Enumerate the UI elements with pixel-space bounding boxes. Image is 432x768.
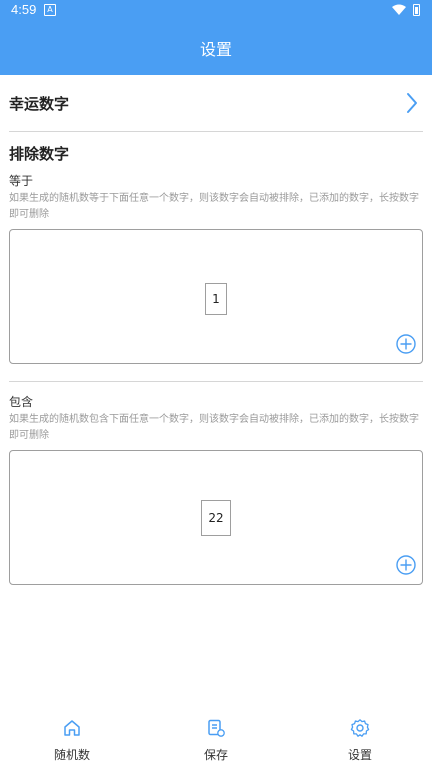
add-contain-number-icon[interactable]	[396, 555, 416, 575]
gear-icon	[350, 719, 370, 737]
contain-description: 如果生成的随机数包含下面任意一个数字，则该数字会自动被排除，已添加的数字，长按数…	[9, 414, 419, 441]
tab-random[interactable]: 随机数	[0, 704, 144, 768]
page-title: 设置	[199, 40, 232, 59]
lucky-number-row[interactable]: 幸运数字	[0, 75, 432, 130]
contain-number-chip[interactable]: 22	[201, 500, 231, 536]
equal-label: 等于	[9, 174, 34, 188]
home-icon	[64, 720, 80, 736]
app-bar: 4:59 A 设置	[0, 0, 432, 75]
equal-number-chip[interactable]: 1	[205, 283, 227, 315]
divider	[9, 381, 423, 382]
bottom-tab-bar: 随机数 保存 设置	[0, 704, 432, 768]
contain-label: 包含	[9, 395, 34, 409]
equal-numbers-box: 1	[9, 229, 423, 364]
equal-description: 如果生成的随机数等于下面任意一个数字，则该数字会自动被排除，已添加的数字，长按数…	[9, 193, 419, 220]
tab-label: 保存	[203, 748, 228, 762]
tab-save[interactable]: 保存	[144, 704, 288, 768]
exclude-section-title: 排除数字	[9, 145, 70, 163]
lucky-number-label: 幸运数字	[9, 95, 70, 113]
wifi-icon	[392, 4, 406, 15]
contain-numbers-box: 22	[9, 450, 423, 585]
notification-a-icon: A	[44, 4, 56, 16]
battery-icon	[413, 4, 420, 16]
chevron-right-icon	[407, 93, 417, 113]
tab-label: 随机数	[53, 748, 90, 762]
tab-label: 设置	[347, 748, 372, 762]
add-equal-number-icon[interactable]	[396, 334, 416, 354]
save-list-icon	[208, 719, 225, 737]
divider	[9, 131, 423, 132]
status-bar: 4:59 A	[0, 0, 432, 20]
tab-settings[interactable]: 设置	[288, 704, 432, 768]
status-time: 4:59	[11, 2, 37, 17]
